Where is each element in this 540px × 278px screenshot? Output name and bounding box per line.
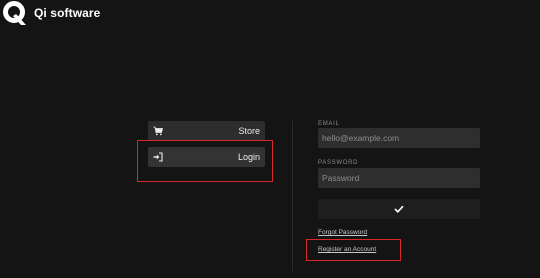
email-field[interactable] (318, 128, 480, 148)
checkmark-icon (394, 200, 404, 218)
brand-logo[interactable]: Qi software (2, 0, 100, 26)
forgot-password-link[interactable]: Forgot Password (318, 229, 367, 236)
menu-item-store-label: Store (238, 126, 260, 136)
register-link[interactable]: Register an Account (318, 246, 376, 253)
vertical-divider (292, 121, 293, 271)
submit-button[interactable] (318, 199, 480, 219)
menu-item-login[interactable]: Login (148, 147, 265, 167)
email-label: EMAIL (318, 121, 340, 127)
password-label: PASSWORD (318, 160, 359, 166)
qi-logo-icon (2, 0, 28, 26)
menu-item-store[interactable]: Store (148, 121, 265, 141)
sign-in-icon (152, 151, 164, 163)
cart-icon (152, 125, 164, 137)
password-field[interactable] (318, 168, 480, 188)
menu-item-login-label: Login (237, 152, 260, 162)
brand-name: Qi software (34, 6, 101, 20)
